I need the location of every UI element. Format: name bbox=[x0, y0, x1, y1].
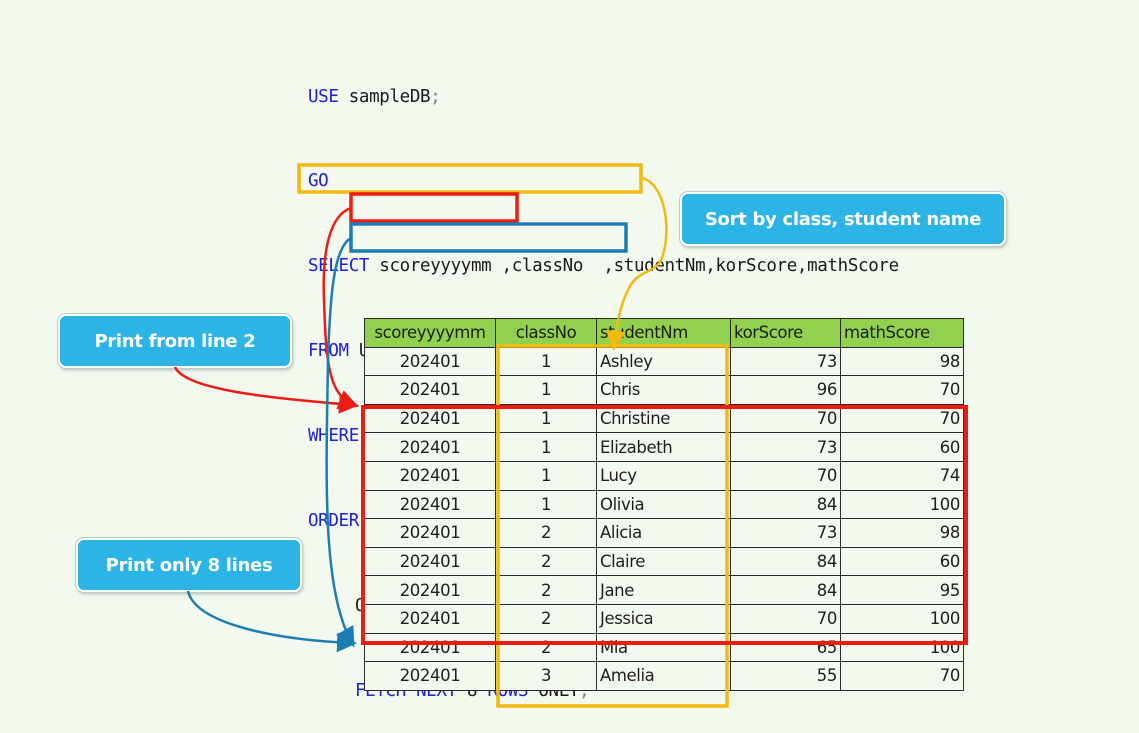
cell-mathscore: 100 bbox=[840, 603, 964, 634]
cell-scoreyyyymm: 202401 bbox=[364, 346, 496, 377]
cell-scoreyyyymm: 202401 bbox=[364, 575, 496, 605]
cell-scoreyyyymm: 202401 bbox=[364, 546, 496, 577]
callout-fetch-text: Print only 8 lines bbox=[105, 554, 273, 576]
table-row: 202401 1 Elizabeth 73 60 bbox=[364, 432, 964, 462]
cell-scoreyyyymm: 202401 bbox=[364, 603, 496, 634]
cell-mathscore: 70 bbox=[840, 661, 964, 691]
table-row: 202401 2 Claire 84 60 bbox=[364, 546, 964, 577]
sql-keyword: WHERE bbox=[308, 426, 359, 447]
cell-studentnm: Olivia bbox=[596, 489, 731, 520]
cell-mathscore: 100 bbox=[840, 489, 964, 520]
table-row: 202401 1 Lucy 70 74 bbox=[364, 460, 964, 491]
cell-mathscore: 98 bbox=[840, 346, 964, 377]
cell-korscore: 84 bbox=[730, 546, 841, 577]
cell-korscore: 70 bbox=[730, 460, 841, 491]
cell-scoreyyyymm: 202401 bbox=[364, 489, 496, 520]
cell-classno: 1 bbox=[495, 375, 597, 405]
cell-studentnm: Jane bbox=[596, 575, 731, 605]
cell-studentnm: Jessica bbox=[596, 603, 731, 634]
cell-studentnm: Chris bbox=[596, 375, 731, 405]
cell-classno: 2 bbox=[495, 518, 597, 548]
cell-scoreyyyymm: 202401 bbox=[364, 661, 496, 691]
cell-korscore: 73 bbox=[730, 346, 841, 377]
cell-korscore: 73 bbox=[730, 518, 841, 548]
callout-offset: Print from line 2 bbox=[58, 314, 292, 368]
cell-mathscore: 74 bbox=[840, 460, 964, 491]
cell-classno: 1 bbox=[495, 432, 597, 462]
table-row: 202401 2 Alicia 73 98 bbox=[364, 518, 964, 548]
cell-classno: 2 bbox=[495, 546, 597, 577]
cell-korscore: 70 bbox=[730, 403, 841, 434]
table-row: 202401 2 Jane 84 95 bbox=[364, 575, 964, 605]
cell-studentnm: Christine bbox=[596, 403, 731, 434]
cell-studentnm: Claire bbox=[596, 546, 731, 577]
cell-classno: 2 bbox=[495, 632, 597, 663]
cell-classno: 3 bbox=[495, 661, 597, 691]
cell-studentnm: Ashley bbox=[596, 346, 731, 377]
cell-mathscore: 70 bbox=[840, 403, 964, 434]
cell-classno: 2 bbox=[495, 603, 597, 634]
callout-sort-text: Sort by class, student name bbox=[704, 208, 982, 230]
cell-studentnm: Amelia bbox=[596, 661, 731, 691]
table-row: 202401 1 Olivia 84 100 bbox=[364, 489, 964, 520]
sql-keyword: GO bbox=[308, 171, 329, 192]
cell-classno: 1 bbox=[495, 460, 597, 491]
table-row: 202401 2 Mia 65 100 bbox=[364, 632, 964, 663]
table-row: 202401 1 Ashley 73 98 bbox=[364, 346, 964, 377]
cell-scoreyyyymm: 202401 bbox=[364, 432, 496, 462]
cell-korscore: 84 bbox=[730, 575, 841, 605]
table-row: 202401 3 Amelia 55 70 bbox=[364, 661, 964, 691]
cell-korscore: 73 bbox=[730, 432, 841, 462]
sql-keyword: SELECT bbox=[308, 256, 370, 277]
table-row: 202401 1 Christine 70 70 bbox=[364, 403, 964, 434]
sql-keyword: FROM bbox=[308, 341, 349, 362]
cell-korscore: 84 bbox=[730, 489, 841, 520]
cell-classno: 1 bbox=[495, 403, 597, 434]
cell-mathscore: 60 bbox=[840, 546, 964, 577]
cell-studentnm: Mia bbox=[596, 632, 731, 663]
cell-studentnm: Lucy bbox=[596, 460, 731, 491]
cell-korscore: 70 bbox=[730, 603, 841, 634]
cell-mathscore: 70 bbox=[840, 375, 964, 405]
sql-line-use: USE sampleDB; bbox=[308, 83, 899, 111]
sql-text: sampleDB bbox=[338, 86, 431, 107]
cell-korscore: 55 bbox=[730, 661, 841, 691]
table-body: 202401 1 Ashley 73 98 202401 1 Chris 96 70 202401 1… bbox=[364, 346, 964, 691]
sql-text: ; bbox=[430, 86, 441, 107]
col-header-classno: classNo bbox=[495, 318, 597, 348]
cell-scoreyyyymm: 202401 bbox=[364, 518, 496, 548]
cell-classno: 1 bbox=[495, 489, 597, 520]
sql-line-select: SELECT scoreyyyymm ,classNo ,studentNm,k… bbox=[308, 252, 899, 280]
cell-studentnm: Elizabeth bbox=[596, 432, 731, 462]
table-row: 202401 1 Chris 96 70 bbox=[364, 375, 964, 405]
sql-text: scoreyyyymm ,classNo ,studentNm,korScore… bbox=[369, 256, 899, 277]
table-row: 202401 2 Jessica 70 100 bbox=[364, 603, 964, 634]
col-header-mathscore: mathScore bbox=[840, 318, 964, 348]
col-header-studentnm: studentNm bbox=[596, 318, 731, 348]
callout-sort: Sort by class, student name bbox=[680, 192, 1006, 246]
col-header-scoreyyyymm: scoreyyyymm bbox=[364, 318, 496, 348]
cell-classno: 1 bbox=[495, 346, 597, 377]
result-table: scoreyyyymm classNo studentNm korScore m… bbox=[364, 318, 964, 691]
cell-classno: 2 bbox=[495, 575, 597, 605]
cell-mathscore: 100 bbox=[840, 632, 964, 663]
cell-mathscore: 60 bbox=[840, 432, 964, 462]
cell-scoreyyyymm: 202401 bbox=[364, 375, 496, 405]
table-header-row: scoreyyyymm classNo studentNm korScore m… bbox=[364, 318, 964, 348]
col-header-korscore: korScore bbox=[730, 318, 841, 348]
cell-scoreyyyymm: 202401 bbox=[364, 403, 496, 434]
sql-keyword: USE bbox=[308, 86, 339, 107]
cell-mathscore: 98 bbox=[840, 518, 964, 548]
cell-scoreyyyymm: 202401 bbox=[364, 632, 496, 663]
cell-korscore: 65 bbox=[730, 632, 841, 663]
cell-korscore: 96 bbox=[730, 375, 841, 405]
cell-mathscore: 95 bbox=[840, 575, 964, 605]
callout-offset-text: Print from line 2 bbox=[94, 330, 256, 352]
cell-scoreyyyymm: 202401 bbox=[364, 460, 496, 491]
callout-fetch: Print only 8 lines bbox=[76, 538, 302, 592]
cell-studentnm: Alicia bbox=[596, 518, 731, 548]
